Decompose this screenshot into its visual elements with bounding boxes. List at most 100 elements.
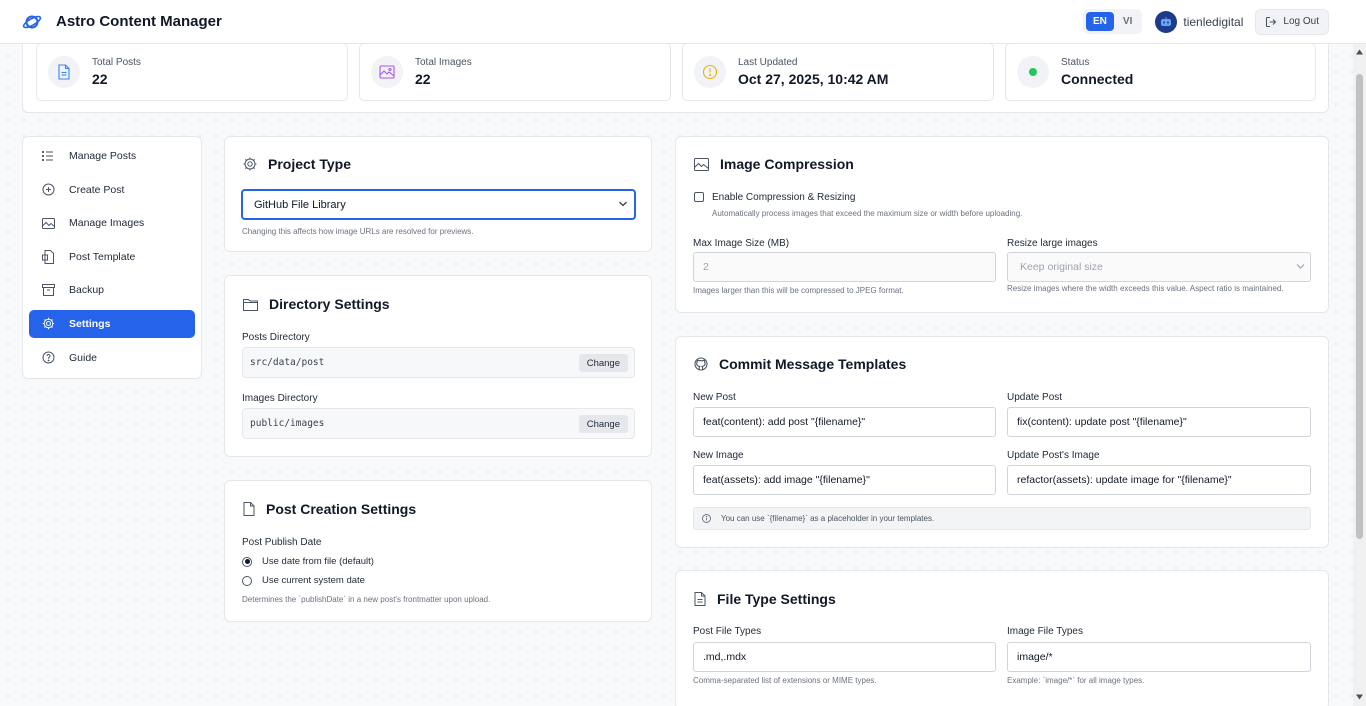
sidebar-item-manage-images[interactable]: Manage Images — [29, 209, 195, 237]
sidebar-item-label: Manage Posts — [69, 150, 137, 162]
sidebar: Manage Posts Create Post Manage Images P… — [22, 136, 202, 379]
planet-logo-icon — [22, 12, 42, 32]
username: tienledigital — [1183, 14, 1244, 29]
image-compression-card: Image Compression Enable Compression & R… — [675, 136, 1329, 313]
image-compression-title: Image Compression — [720, 156, 854, 172]
max-size-hint: Images larger than this will be compress… — [693, 286, 904, 295]
stat-value: Connected — [1061, 71, 1134, 87]
lang-vi-button[interactable]: VI — [1116, 12, 1139, 31]
user-menu[interactable]: tienledigital — [1155, 10, 1244, 33]
project-type-value: GitHub File Library — [254, 198, 346, 211]
publish-date-hint: Determines the `publishDate` in a new po… — [242, 595, 491, 604]
stat-value: 22 — [92, 71, 108, 87]
radio-button[interactable] — [242, 575, 252, 586]
stat-value: 22 — [415, 71, 431, 87]
directory-settings-title: Directory Settings — [269, 296, 390, 312]
sidebar-item-backup[interactable]: Backup — [29, 276, 195, 304]
publish-date-label: Post Publish Date — [242, 537, 322, 548]
resize-value: Keep original size — [1020, 261, 1103, 273]
sidebar-item-post-template[interactable]: Post Template — [29, 243, 195, 271]
stat-total-images: Total Images 22 — [359, 43, 671, 101]
chevron-down-icon — [1296, 263, 1305, 270]
new-image-template-input[interactable]: feat(assets): add image "{filename}" — [693, 465, 996, 495]
project-type-title: Project Type — [268, 156, 351, 172]
file-type-title: File Type Settings — [717, 591, 836, 607]
sidebar-item-settings[interactable]: Settings — [29, 309, 195, 338]
archive-icon — [41, 283, 55, 297]
commit-templates-card: Commit Message Templates New Post feat(c… — [675, 336, 1329, 548]
card-title: Commit Message Templates — [694, 356, 906, 372]
project-type-hint: Changing this affects how image URLs are… — [242, 227, 474, 236]
image-icon — [694, 157, 709, 171]
sidebar-item-create-post[interactable]: Create Post — [29, 176, 195, 204]
plus-circle-icon — [41, 183, 55, 197]
sidebar-item-manage-posts[interactable]: Manage Posts — [29, 142, 195, 170]
image-icon — [371, 56, 403, 88]
stat-label: Total Posts — [92, 57, 141, 68]
update-post-template-input[interactable]: fix(content): update post "{filename}" — [1007, 407, 1311, 437]
scroll-up-arrow-icon[interactable] — [1356, 49, 1363, 55]
scroll-down-arrow-icon[interactable] — [1356, 694, 1363, 700]
sidebar-item-label: Backup — [69, 284, 105, 297]
resize-select[interactable]: Keep original size — [1007, 252, 1311, 282]
clock-icon — [694, 56, 726, 88]
sidebar-item-label: Manage Images — [69, 217, 145, 230]
project-type-select[interactable]: GitHub File Library — [241, 189, 636, 220]
app-title: Astro Content Manager — [56, 13, 222, 30]
image-file-types-label: Image File Types — [1007, 626, 1083, 637]
sidebar-item-guide[interactable]: Guide — [29, 344, 195, 372]
sidebar-item-label: Post Template — [69, 250, 136, 263]
chevron-down-icon — [618, 200, 628, 208]
max-size-input[interactable]: 2 — [693, 252, 996, 282]
enable-compression-label: Enable Compression & Resizing — [712, 192, 856, 203]
enable-compression-hint: Automatically process images that exceed… — [712, 209, 1023, 218]
posts-directory-field: src/data/post Change — [242, 347, 635, 378]
card-title: Directory Settings — [243, 296, 390, 312]
logout-button[interactable]: Log Out — [1255, 8, 1329, 35]
logout-label: Log Out — [1283, 16, 1319, 27]
lang-en-button[interactable]: EN — [1086, 12, 1114, 31]
stats-panel: Total Posts 22 Total Images 22 Last Upda… — [22, 38, 1329, 113]
posts-directory-label: Posts Directory — [242, 332, 310, 343]
card-title: Project Type — [243, 156, 351, 172]
radio-label: Use date from file (default) — [262, 556, 374, 567]
post-file-types-input[interactable]: .md,.mdx — [693, 642, 996, 672]
page-scrollbar[interactable] — [1353, 44, 1366, 706]
stat-label: Total Images — [415, 57, 472, 68]
file-icon — [48, 56, 80, 88]
stat-label: Status — [1061, 57, 1090, 68]
file-icon — [243, 502, 255, 516]
image-file-types-input[interactable]: image/* — [1007, 642, 1311, 672]
update-image-label: Update Post's Image — [1007, 450, 1100, 461]
new-post-template-input[interactable]: feat(content): add post "{filename}" — [693, 407, 996, 437]
file-icon — [694, 592, 706, 606]
avatar — [1155, 10, 1178, 33]
radio-option-system-date[interactable]: Use current system date — [242, 575, 365, 586]
project-type-card: Project Type GitHub File Library Changin… — [224, 136, 652, 252]
status-dot-icon — [1017, 56, 1049, 88]
resize-label: Resize large images — [1007, 238, 1098, 249]
radio-option-file-date[interactable]: Use date from file (default) — [242, 556, 374, 567]
info-icon — [702, 514, 711, 523]
brand[interactable]: Astro Content Manager — [22, 12, 222, 32]
sidebar-item-label: Create Post — [69, 183, 125, 196]
stat-status: Status Connected — [1005, 43, 1316, 101]
template-icon — [41, 249, 55, 264]
radio-button[interactable] — [242, 556, 252, 567]
post-file-types-label: Post File Types — [693, 626, 762, 637]
radio-label: Use current system date — [262, 575, 365, 586]
change-images-directory-button[interactable]: Change — [578, 415, 628, 433]
image-icon — [41, 216, 55, 230]
sidebar-item-label: Settings — [69, 317, 111, 330]
header-actions: EN VI tienledigital Log Out — [1083, 8, 1329, 35]
card-title: Post Creation Settings — [243, 501, 416, 517]
enable-compression-checkbox[interactable] — [694, 192, 704, 202]
list-icon — [41, 149, 55, 163]
placeholder-note-text: You can use `{filename}` as a placeholde… — [721, 514, 935, 523]
change-posts-directory-button[interactable]: Change — [578, 354, 628, 372]
scrollbar-thumb[interactable] — [1356, 74, 1363, 539]
post-creation-card: Post Creation Settings Post Publish Date… — [224, 480, 652, 622]
language-toggle: EN VI — [1083, 9, 1143, 34]
file-type-card: File Type Settings Post File Types .md,.… — [675, 570, 1329, 706]
update-image-template-input[interactable]: refactor(assets): update image for "{fil… — [1007, 465, 1311, 495]
